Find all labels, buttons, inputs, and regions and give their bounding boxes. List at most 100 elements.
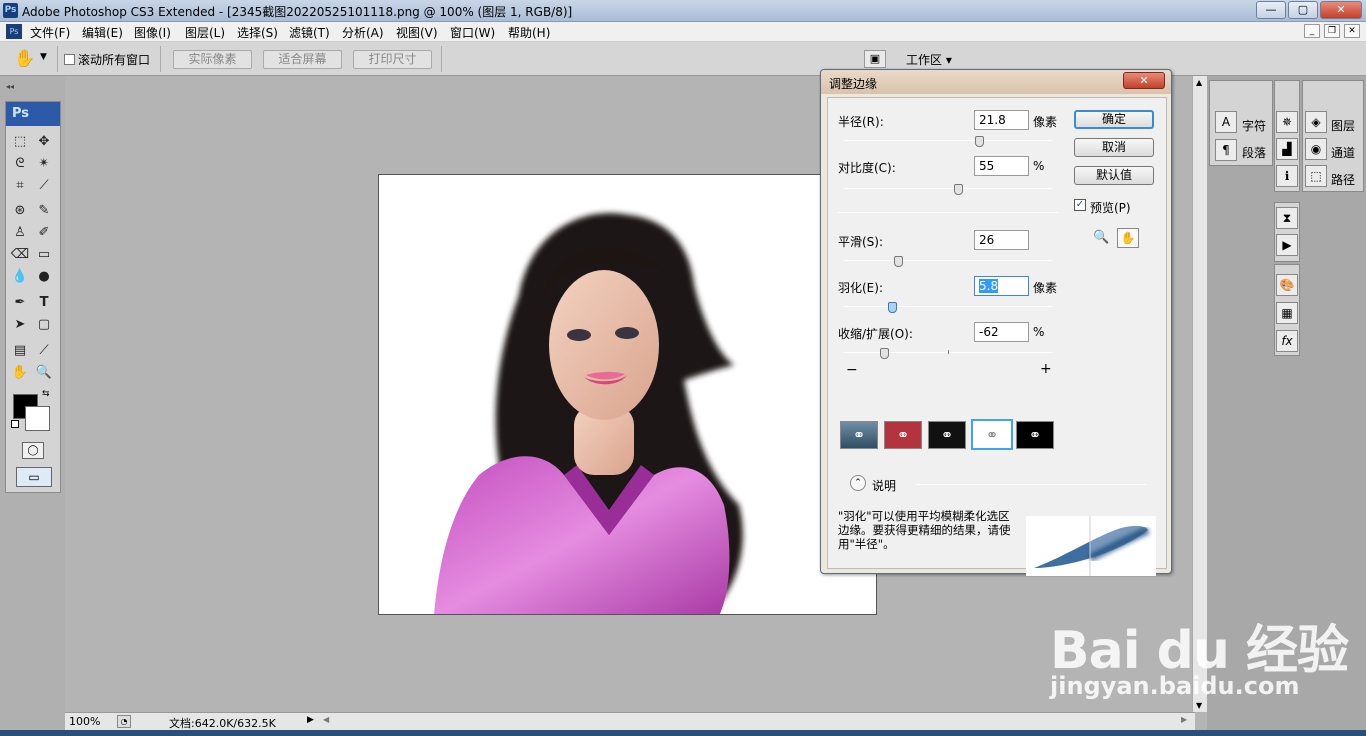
character-panel-label[interactable]: 字符 <box>1242 117 1266 134</box>
eraser-tool-icon[interactable]: ⌫ <box>10 246 30 264</box>
fit-screen-button[interactable]: 适合屏幕 <box>263 50 342 69</box>
feather-slider[interactable] <box>887 302 897 313</box>
explain-label[interactable]: 说明 <box>872 477 896 494</box>
collapse-arrows-icon[interactable]: ◂◂ <box>6 82 14 91</box>
bridge-icon[interactable]: ▣ <box>864 50 886 68</box>
quick-mask-icon[interactable]: ◯ <box>22 442 44 459</box>
workspace-menu[interactable]: 工作区 ▾ <box>906 51 952 68</box>
menu-help[interactable]: 帮助(H) <box>508 24 550 41</box>
screen-mode-icon[interactable]: ▭ <box>16 467 52 487</box>
explain-toggle-icon[interactable]: ⌃ <box>850 475 866 491</box>
dialog-close-icon[interactable]: ✕ <box>1123 72 1165 89</box>
menu-view[interactable]: 视图(V) <box>396 24 438 41</box>
contrast-input[interactable]: 55 <box>974 156 1029 176</box>
hand-icon[interactable]: ✋ <box>1117 228 1139 248</box>
view-mode-on-black[interactable]: ⚭ <box>928 421 966 449</box>
menu-analysis[interactable]: 分析(A) <box>342 24 384 41</box>
minimize-icon[interactable]: — <box>1256 1 1286 19</box>
scroll-all-checkbox[interactable] <box>64 54 75 65</box>
status-menu-arrow-icon[interactable]: ▶ <box>307 715 314 725</box>
view-mode-on-white[interactable]: ⚭ <box>971 419 1013 450</box>
histogram-icon[interactable]: ▟ <box>1276 138 1298 160</box>
history-icon[interactable]: ⧗ <box>1276 207 1298 229</box>
shape-tool-icon[interactable]: ▢ <box>34 316 54 334</box>
doc-restore-icon[interactable]: ❐ <box>1324 24 1340 38</box>
preview-checkbox[interactable]: ✓ <box>1074 199 1086 211</box>
menu-layer[interactable]: 图层(L) <box>185 24 225 41</box>
magic-wand-tool-icon[interactable]: ✴ <box>34 155 54 173</box>
channels-icon[interactable]: ◉ <box>1305 138 1327 160</box>
marquee-tool-icon[interactable]: ⬚ <box>10 133 30 151</box>
menu-image[interactable]: 图像(I) <box>134 24 171 41</box>
menu-edit[interactable]: 编辑(E) <box>82 24 123 41</box>
styles-fx-icon[interactable]: fx <box>1276 330 1298 352</box>
radius-input[interactable]: 21.8 <box>974 110 1029 130</box>
contrast-slider[interactable] <box>954 184 964 195</box>
zoom-tool-icon[interactable]: 🔍 <box>34 364 54 382</box>
ok-button[interactable]: 确定 <box>1074 110 1154 129</box>
view-mode-standard[interactable]: ⚭ <box>840 421 878 449</box>
print-size-button[interactable]: 打印尺寸 <box>353 50 432 69</box>
paragraph-icon[interactable]: ¶ <box>1215 139 1237 161</box>
blur-tool-icon[interactable]: 💧 <box>10 268 30 286</box>
paths-icon[interactable]: ⬚ <box>1305 165 1327 187</box>
hand-tool-icon[interactable]: ✋ <box>10 364 30 382</box>
type-tool-icon[interactable]: T <box>34 294 54 312</box>
color-icon[interactable]: 🎨 <box>1276 274 1298 296</box>
doc-close-icon[interactable]: ✕ <box>1344 24 1360 38</box>
doc-icon[interactable]: Ps <box>6 24 22 39</box>
eyedropper-tool-icon[interactable]: ⟋ <box>34 342 54 360</box>
default-button[interactable]: 默认值 <box>1074 166 1154 185</box>
layers-icon[interactable]: ◈ <box>1305 111 1327 133</box>
contract-expand-input[interactable]: -62 <box>974 322 1029 342</box>
background-color[interactable] <box>25 406 50 431</box>
dialog-title-bar[interactable]: 调整边缘 ✕ <box>821 70 1171 94</box>
default-colors-icon[interactable] <box>11 420 19 428</box>
status-icon[interactable]: ◔ <box>117 715 131 728</box>
pen-tool-icon[interactable]: ✒ <box>10 294 30 312</box>
doc-minimize-icon[interactable]: _ <box>1304 24 1320 38</box>
paths-panel-label[interactable]: 路径 <box>1331 171 1355 188</box>
zoom-level[interactable]: 100% <box>69 715 100 728</box>
smooth-slider[interactable] <box>894 256 904 267</box>
actual-pixels-button[interactable]: 实际像素 <box>173 50 252 69</box>
info-icon[interactable]: ℹ <box>1276 165 1298 187</box>
clone-stamp-tool-icon[interactable]: ♙ <box>10 224 30 242</box>
maximize-icon[interactable]: ▢ <box>1288 1 1318 19</box>
view-mode-mask[interactable]: ⚭ <box>1016 421 1054 449</box>
move-tool-icon[interactable]: ✥ <box>34 133 54 151</box>
navigator-icon[interactable]: ✵ <box>1276 111 1298 133</box>
dodge-tool-icon[interactable]: ● <box>34 268 54 286</box>
scroll-up-icon[interactable]: ▲ <box>1196 78 1202 87</box>
paragraph-panel-label[interactable]: 段落 <box>1242 144 1266 161</box>
document-canvas[interactable] <box>378 174 877 615</box>
swap-colors-icon[interactable]: ⇆ <box>42 389 50 399</box>
history-brush-tool-icon[interactable]: ✐ <box>34 224 54 242</box>
contract-expand-slider[interactable] <box>879 348 889 359</box>
cancel-button[interactable]: 取消 <box>1074 138 1154 157</box>
hand-tool-icon[interactable]: ✋ <box>14 49 35 69</box>
crop-tool-icon[interactable]: ⌗ <box>10 177 30 195</box>
tool-preset-chevron-icon[interactable]: ▼ <box>40 52 47 62</box>
notes-tool-icon[interactable]: ▤ <box>10 342 30 360</box>
feather-input[interactable]: 5.8 <box>974 276 1029 296</box>
actions-icon[interactable]: ▶ <box>1276 234 1298 256</box>
menu-file[interactable]: 文件(F) <box>30 24 70 41</box>
swatches-icon[interactable]: ▦ <box>1276 302 1298 324</box>
view-mode-quick-mask[interactable]: ⚭ <box>884 421 922 449</box>
radius-slider[interactable] <box>975 136 985 147</box>
healing-brush-tool-icon[interactable]: ⊛ <box>10 202 30 220</box>
close-icon[interactable]: ✕ <box>1320 1 1362 19</box>
menu-select[interactable]: 选择(S) <box>237 24 278 41</box>
scroll-left-icon[interactable]: ◀ <box>323 715 329 724</box>
channels-panel-label[interactable]: 通道 <box>1331 144 1355 161</box>
path-selection-tool-icon[interactable]: ➤ <box>10 316 30 334</box>
slice-tool-icon[interactable]: ⟋ <box>34 177 54 195</box>
layers-panel-label[interactable]: 图层 <box>1331 117 1355 134</box>
scroll-right-icon[interactable]: ▶ <box>1181 715 1187 724</box>
lasso-tool-icon[interactable]: ᘓ <box>10 155 30 173</box>
zoom-icon[interactable]: 🔍 <box>1093 230 1109 245</box>
character-icon[interactable]: A <box>1215 111 1237 133</box>
menu-filter[interactable]: 滤镜(T) <box>289 24 330 41</box>
gradient-tool-icon[interactable]: ▭ <box>34 246 54 264</box>
